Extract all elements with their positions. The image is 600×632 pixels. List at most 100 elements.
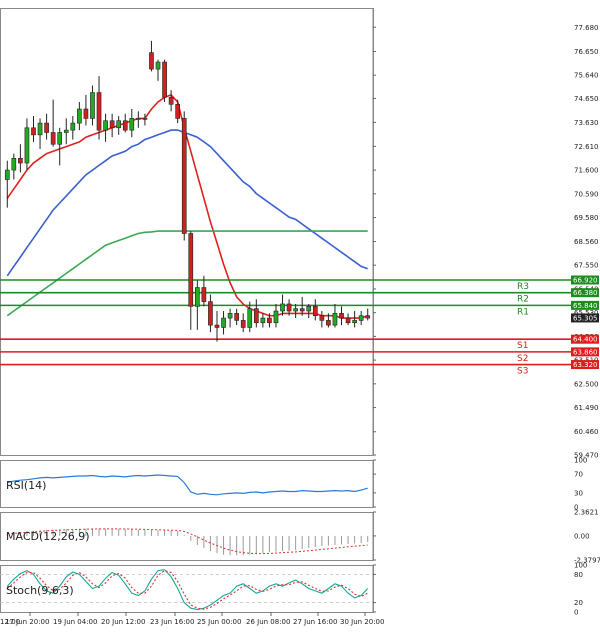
- y-tick-label: 2.3621: [574, 509, 599, 517]
- candle-body: [90, 92, 95, 119]
- y-tick-label: 0: [574, 609, 578, 617]
- x-tick-label: 23 Jun 16:00: [150, 618, 194, 626]
- candle-body: [201, 287, 207, 302]
- candle-body: [280, 303, 285, 312]
- y-tick-label: 75.640: [574, 72, 599, 80]
- candle-body: [168, 96, 174, 105]
- candle-body: [175, 104, 181, 119]
- panel-frame: [0, 460, 374, 508]
- stoch-title: Stoch(9,6,3): [6, 584, 74, 597]
- candle-body: [37, 122, 43, 136]
- x-tick-label: 17 Jun 20:00: [5, 618, 49, 626]
- candle-body: [11, 158, 17, 171]
- candle-body: [293, 308, 298, 312]
- candle-body: [352, 320, 357, 324]
- candle-body: [267, 317, 272, 324]
- y-tick-label: 30: [574, 489, 583, 497]
- candle-body: [70, 122, 76, 131]
- candle-body: [214, 324, 220, 328]
- y-tick-label: 60.460: [574, 428, 599, 436]
- level-badge-text-s2: 63.860: [573, 348, 598, 356]
- current-price-text: 65.305: [573, 314, 598, 322]
- overlay-line-3: [6, 230, 368, 317]
- macd-panel: 2.36210.00-2.3797MACD(12,26,9): [0, 509, 600, 565]
- y-tick-label: 70: [574, 471, 583, 479]
- candle-body: [155, 61, 161, 70]
- candle-body: [208, 301, 213, 326]
- candle-body: [149, 52, 154, 70]
- candle-body: [96, 92, 102, 131]
- x-tick-label: 20 Jun 12:00: [101, 618, 145, 626]
- candle-body: [299, 308, 305, 312]
- candle-body: [358, 315, 364, 321]
- overlay-line-2: [6, 129, 368, 277]
- candle-body: [240, 320, 246, 328]
- candle-body: [332, 313, 338, 326]
- candle-body: [260, 317, 266, 324]
- y-tick-label: 100: [574, 562, 587, 570]
- candle-body: [103, 120, 108, 131]
- level-label-s1: S1: [517, 341, 528, 351]
- candle-body: [339, 313, 344, 319]
- x-tick-label: 27 Jun 16:00: [293, 618, 337, 626]
- x-tick-label: 19 Jun 04:00: [53, 618, 97, 626]
- candle-body: [181, 118, 187, 234]
- candle-body: [31, 127, 36, 136]
- y-tick-label: 68.560: [574, 238, 599, 246]
- candle-body: [129, 118, 135, 131]
- rsi-panel: 10070300RSI(14): [0, 457, 587, 512]
- candle-body: [227, 313, 233, 319]
- y-tick-label: 67.550: [574, 262, 599, 270]
- candle-body: [221, 317, 226, 328]
- price-panel: 77.680 76.650 75.640 74.650 73.630 72.610 71.6…: [0, 8, 599, 460]
- candle-body: [365, 315, 371, 319]
- rsi-title: RSI(14): [6, 479, 46, 492]
- candle-body: [44, 122, 49, 133]
- candle-body: [136, 118, 141, 120]
- candle-body: [57, 132, 63, 145]
- candle-body: [286, 303, 292, 312]
- candle-body: [306, 306, 312, 312]
- candle-body: [122, 120, 128, 131]
- level-label-r2: R2: [517, 295, 529, 305]
- y-tick-label: 71.600: [574, 167, 599, 175]
- candle-body: [319, 315, 325, 321]
- level-badge-text-r2: 66.380: [573, 289, 598, 297]
- level-badge-text-r1: 65.840: [573, 302, 598, 310]
- stoch-panel: 10080 20 0 Stoch(9,6,3): [0, 562, 587, 617]
- candle-body: [253, 308, 259, 324]
- candle-body: [247, 308, 253, 328]
- y-tick-label: 77.680: [574, 24, 599, 32]
- y-tick-label: 62.500: [574, 380, 599, 388]
- candle-body: [326, 320, 331, 326]
- x-tick-label: 25 Jun 00:00: [197, 618, 241, 626]
- candle-body: [77, 108, 82, 124]
- candle-body: [162, 61, 167, 98]
- level-badge-text-s3: 63.320: [573, 361, 598, 369]
- candle-body: [345, 317, 351, 324]
- candle-body: [188, 233, 194, 307]
- level-label-r1: R1: [517, 307, 529, 317]
- level-badge-text-r3: 66.920: [573, 277, 598, 285]
- time-axis: 12:0017 Jun 20:00 19 Jun 04:00 20 Jun 12:0…: [0, 612, 384, 626]
- chart-canvas: 77.680 76.650 75.640 74.650 73.630 72.610 71.6…: [0, 8, 600, 626]
- macd-title: MACD(12,26,9): [6, 530, 90, 543]
- x-tick-label: 26 Jun 08:00: [246, 618, 290, 626]
- candle-body: [18, 158, 23, 164]
- y-tick-label: 80: [574, 571, 583, 579]
- y-tick-label: 100: [574, 457, 587, 465]
- overlay-line-1: [6, 93, 368, 319]
- candle-body: [273, 310, 279, 324]
- candle-body: [83, 108, 89, 119]
- y-tick-label: 72.610: [574, 143, 599, 151]
- panel-frame: [0, 8, 374, 456]
- y-tick-label: 61.490: [574, 404, 599, 412]
- y-tick-label: 69.580: [574, 214, 599, 222]
- candle-body: [50, 132, 56, 145]
- candle-body: [109, 120, 115, 129]
- y-tick-label: 73.630: [574, 119, 599, 127]
- y-tick-label: 74.650: [574, 95, 599, 103]
- candle-body: [234, 313, 239, 321]
- candle-body: [116, 120, 122, 129]
- rsi-line: [7, 474, 368, 496]
